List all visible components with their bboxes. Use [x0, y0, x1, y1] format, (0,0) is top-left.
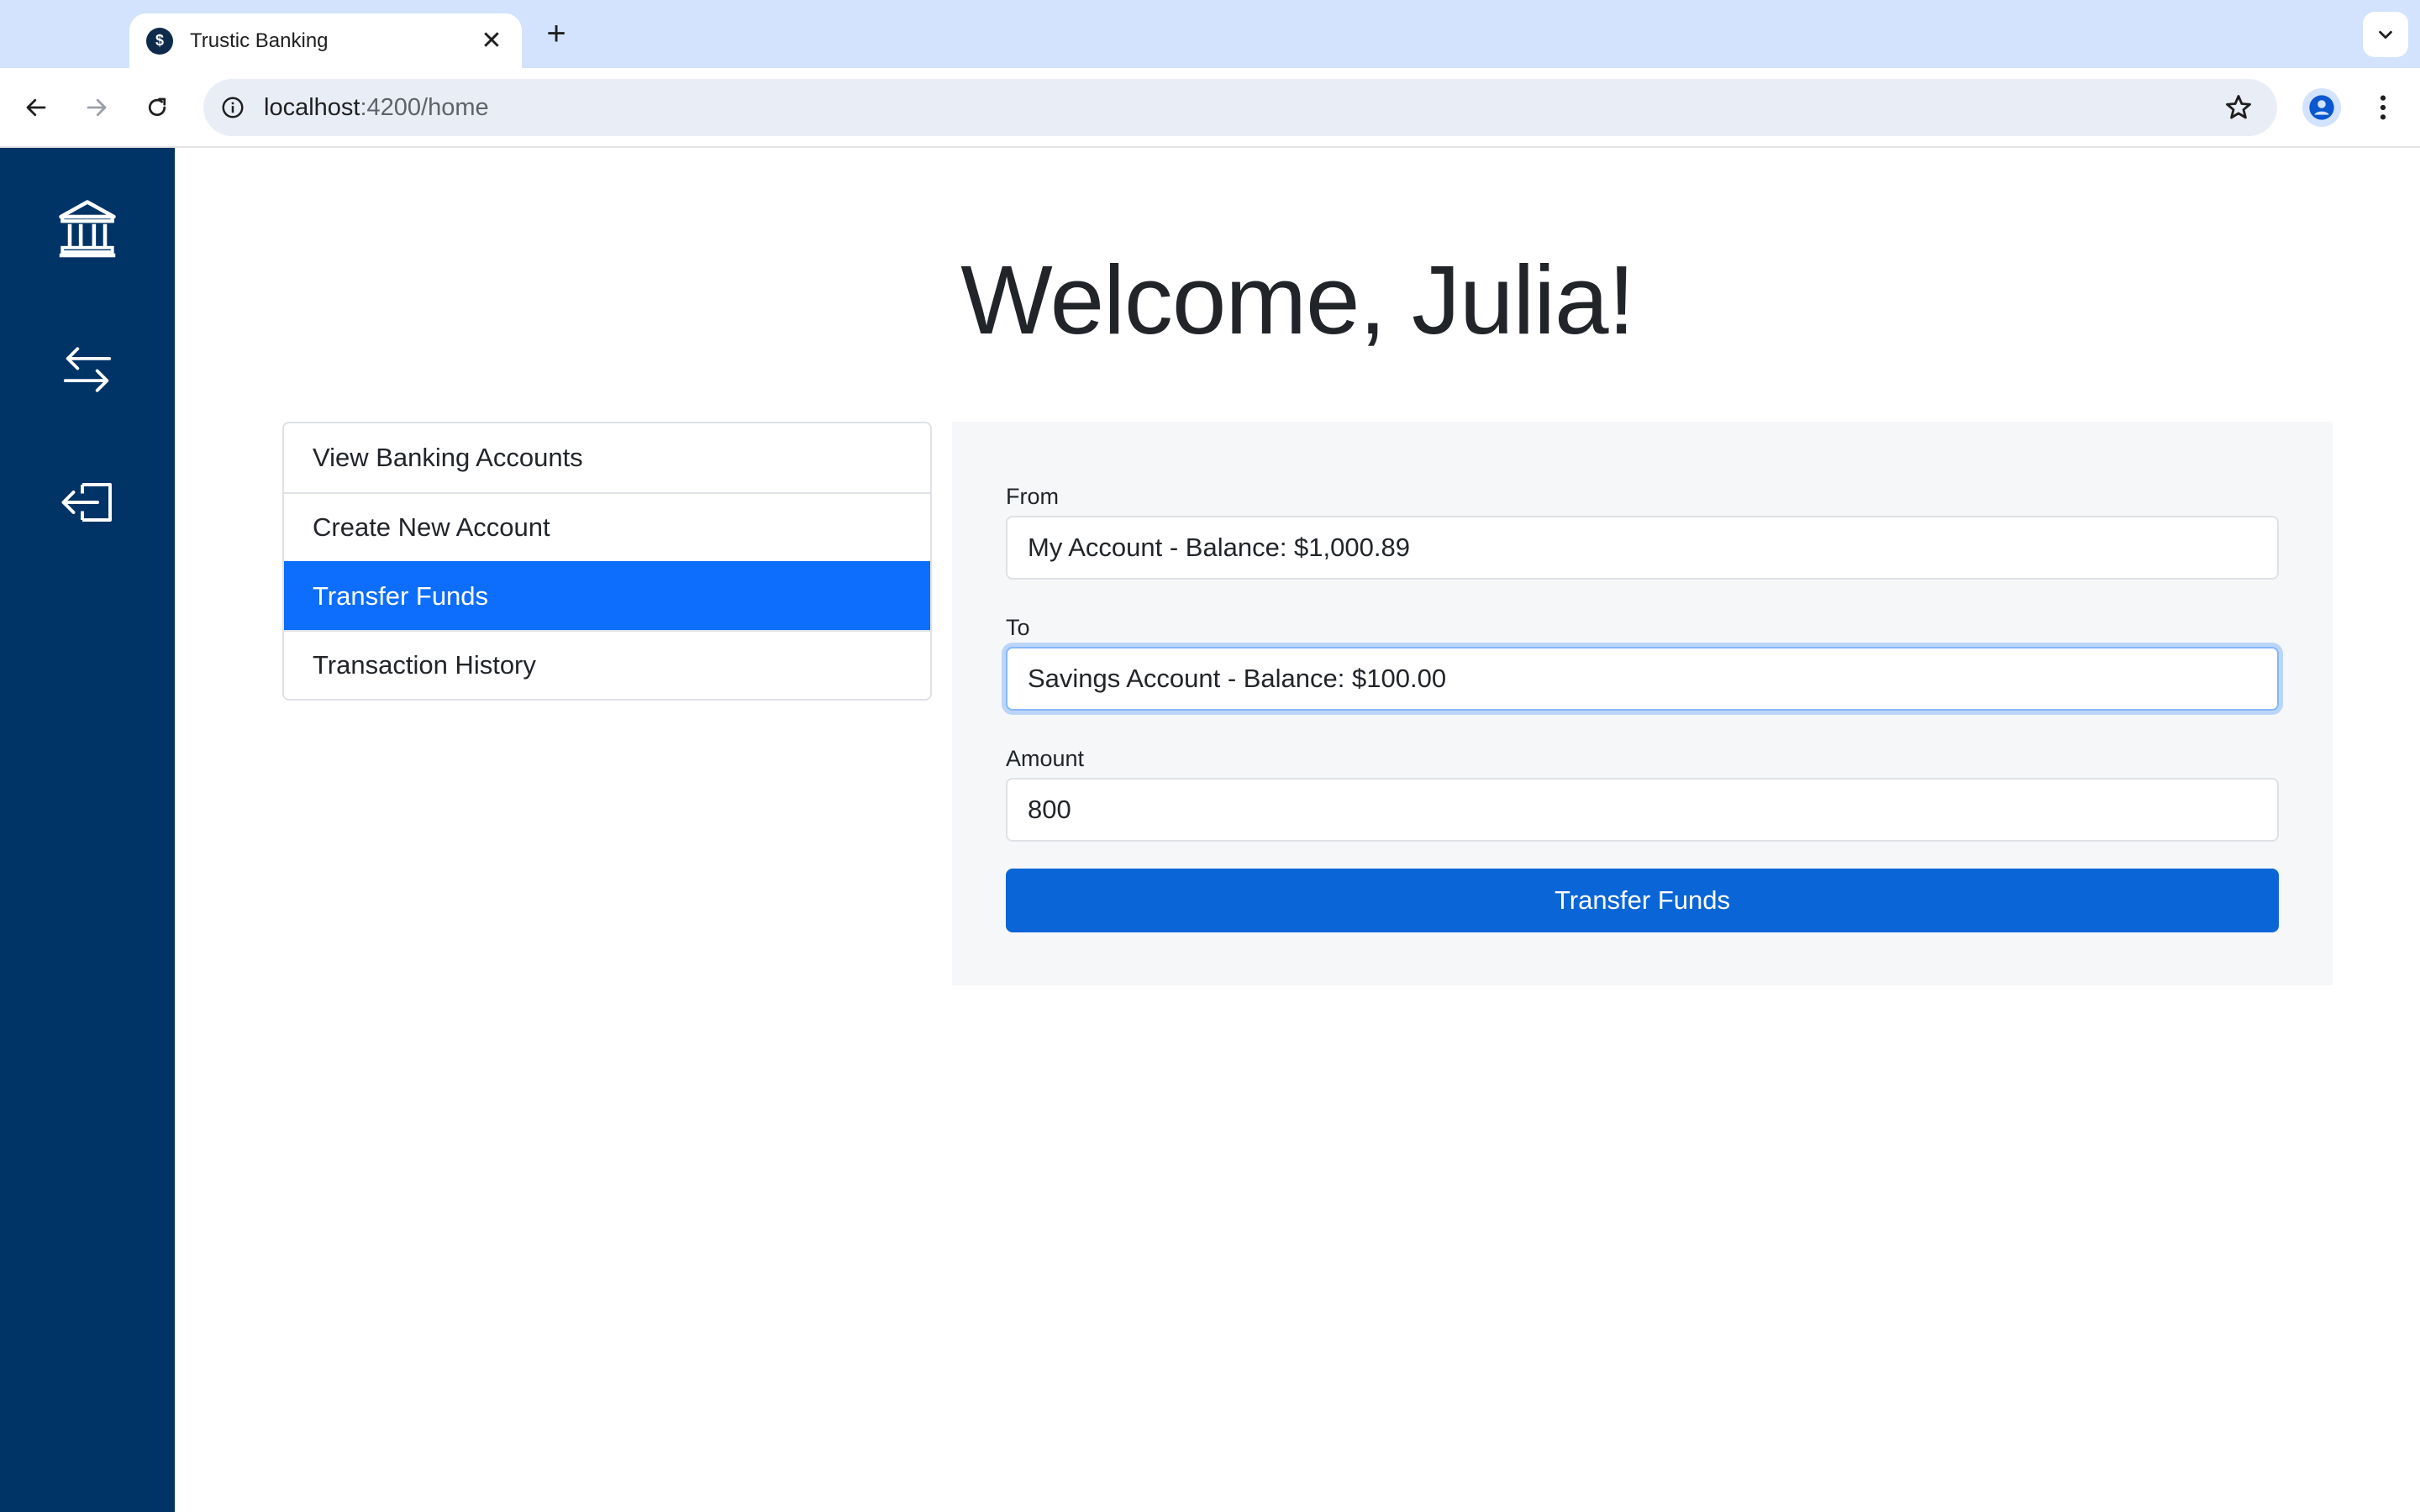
- new-tab-button[interactable]: +: [538, 15, 575, 52]
- bookmark-star-icon[interactable]: [2223, 92, 2254, 123]
- tab-title: Trustic Banking: [190, 29, 329, 52]
- browser-tab-strip: $ Trustic Banking ✕ +: [0, 0, 2420, 68]
- from-account-select[interactable]: My Account - Balance: $1,000.89: [1006, 516, 2279, 580]
- back-button[interactable]: [15, 87, 57, 129]
- person-icon: [2309, 95, 2334, 120]
- url-path: :4200/home: [360, 93, 489, 121]
- profile-button[interactable]: [2302, 88, 2341, 127]
- more-vert-icon: [2380, 95, 2386, 120]
- browser-toolbar: localhost:4200/home: [0, 68, 2420, 148]
- logout-icon: [61, 483, 112, 522]
- sidebar-logout-link[interactable]: [49, 464, 126, 541]
- dollar-favicon-icon: $: [146, 27, 173, 55]
- tab-search-button[interactable]: [2363, 12, 2408, 57]
- to-label: To: [1006, 615, 1030, 640]
- from-label: From: [1006, 484, 1059, 509]
- site-info-icon[interactable]: [218, 93, 247, 122]
- page-title: Welcome, Julia!: [960, 245, 1635, 354]
- info-icon: [222, 97, 244, 118]
- app-sidebar: [0, 148, 175, 1512]
- url-host: localhost: [264, 93, 360, 121]
- chevron-down-icon: [2379, 30, 2392, 39]
- sidebar-transfer-link[interactable]: [49, 331, 126, 408]
- close-tab-icon[interactable]: ✕: [478, 27, 505, 55]
- menu-item-transaction-history[interactable]: Transaction History: [284, 630, 930, 699]
- forward-button[interactable]: [76, 87, 118, 129]
- transfer-form-panel: From My Account - Balance: $1,000.89 To …: [952, 422, 2333, 985]
- bank-icon: [59, 200, 116, 258]
- menu-item-create-account[interactable]: Create New Account: [284, 492, 930, 561]
- transfer-arrows-icon: [63, 347, 112, 392]
- transfer-funds-button[interactable]: Transfer Funds: [1006, 869, 2279, 932]
- arrow-left-icon: [26, 98, 46, 117]
- url-text: localhost:4200/home: [264, 94, 489, 122]
- arrow-right-icon: [87, 98, 107, 117]
- amount-label: Amount: [1006, 746, 1085, 771]
- address-bar[interactable]: localhost:4200/home: [203, 79, 2277, 136]
- browser-tab[interactable]: $ Trustic Banking ✕: [129, 13, 522, 68]
- to-account-select[interactable]: Savings Account - Balance: $100.00: [1006, 647, 2279, 711]
- sidebar-home-link[interactable]: [49, 190, 126, 267]
- reload-button[interactable]: [136, 87, 178, 129]
- menu-item-transfer-funds[interactable]: Transfer Funds: [284, 561, 930, 630]
- action-menu: View Banking Accounts Create New Account…: [282, 422, 932, 701]
- browser-menu-button[interactable]: [2366, 88, 2400, 127]
- menu-item-view-accounts[interactable]: View Banking Accounts: [284, 423, 930, 492]
- reload-icon: [148, 97, 166, 117]
- amount-input[interactable]: 800: [1006, 778, 2279, 842]
